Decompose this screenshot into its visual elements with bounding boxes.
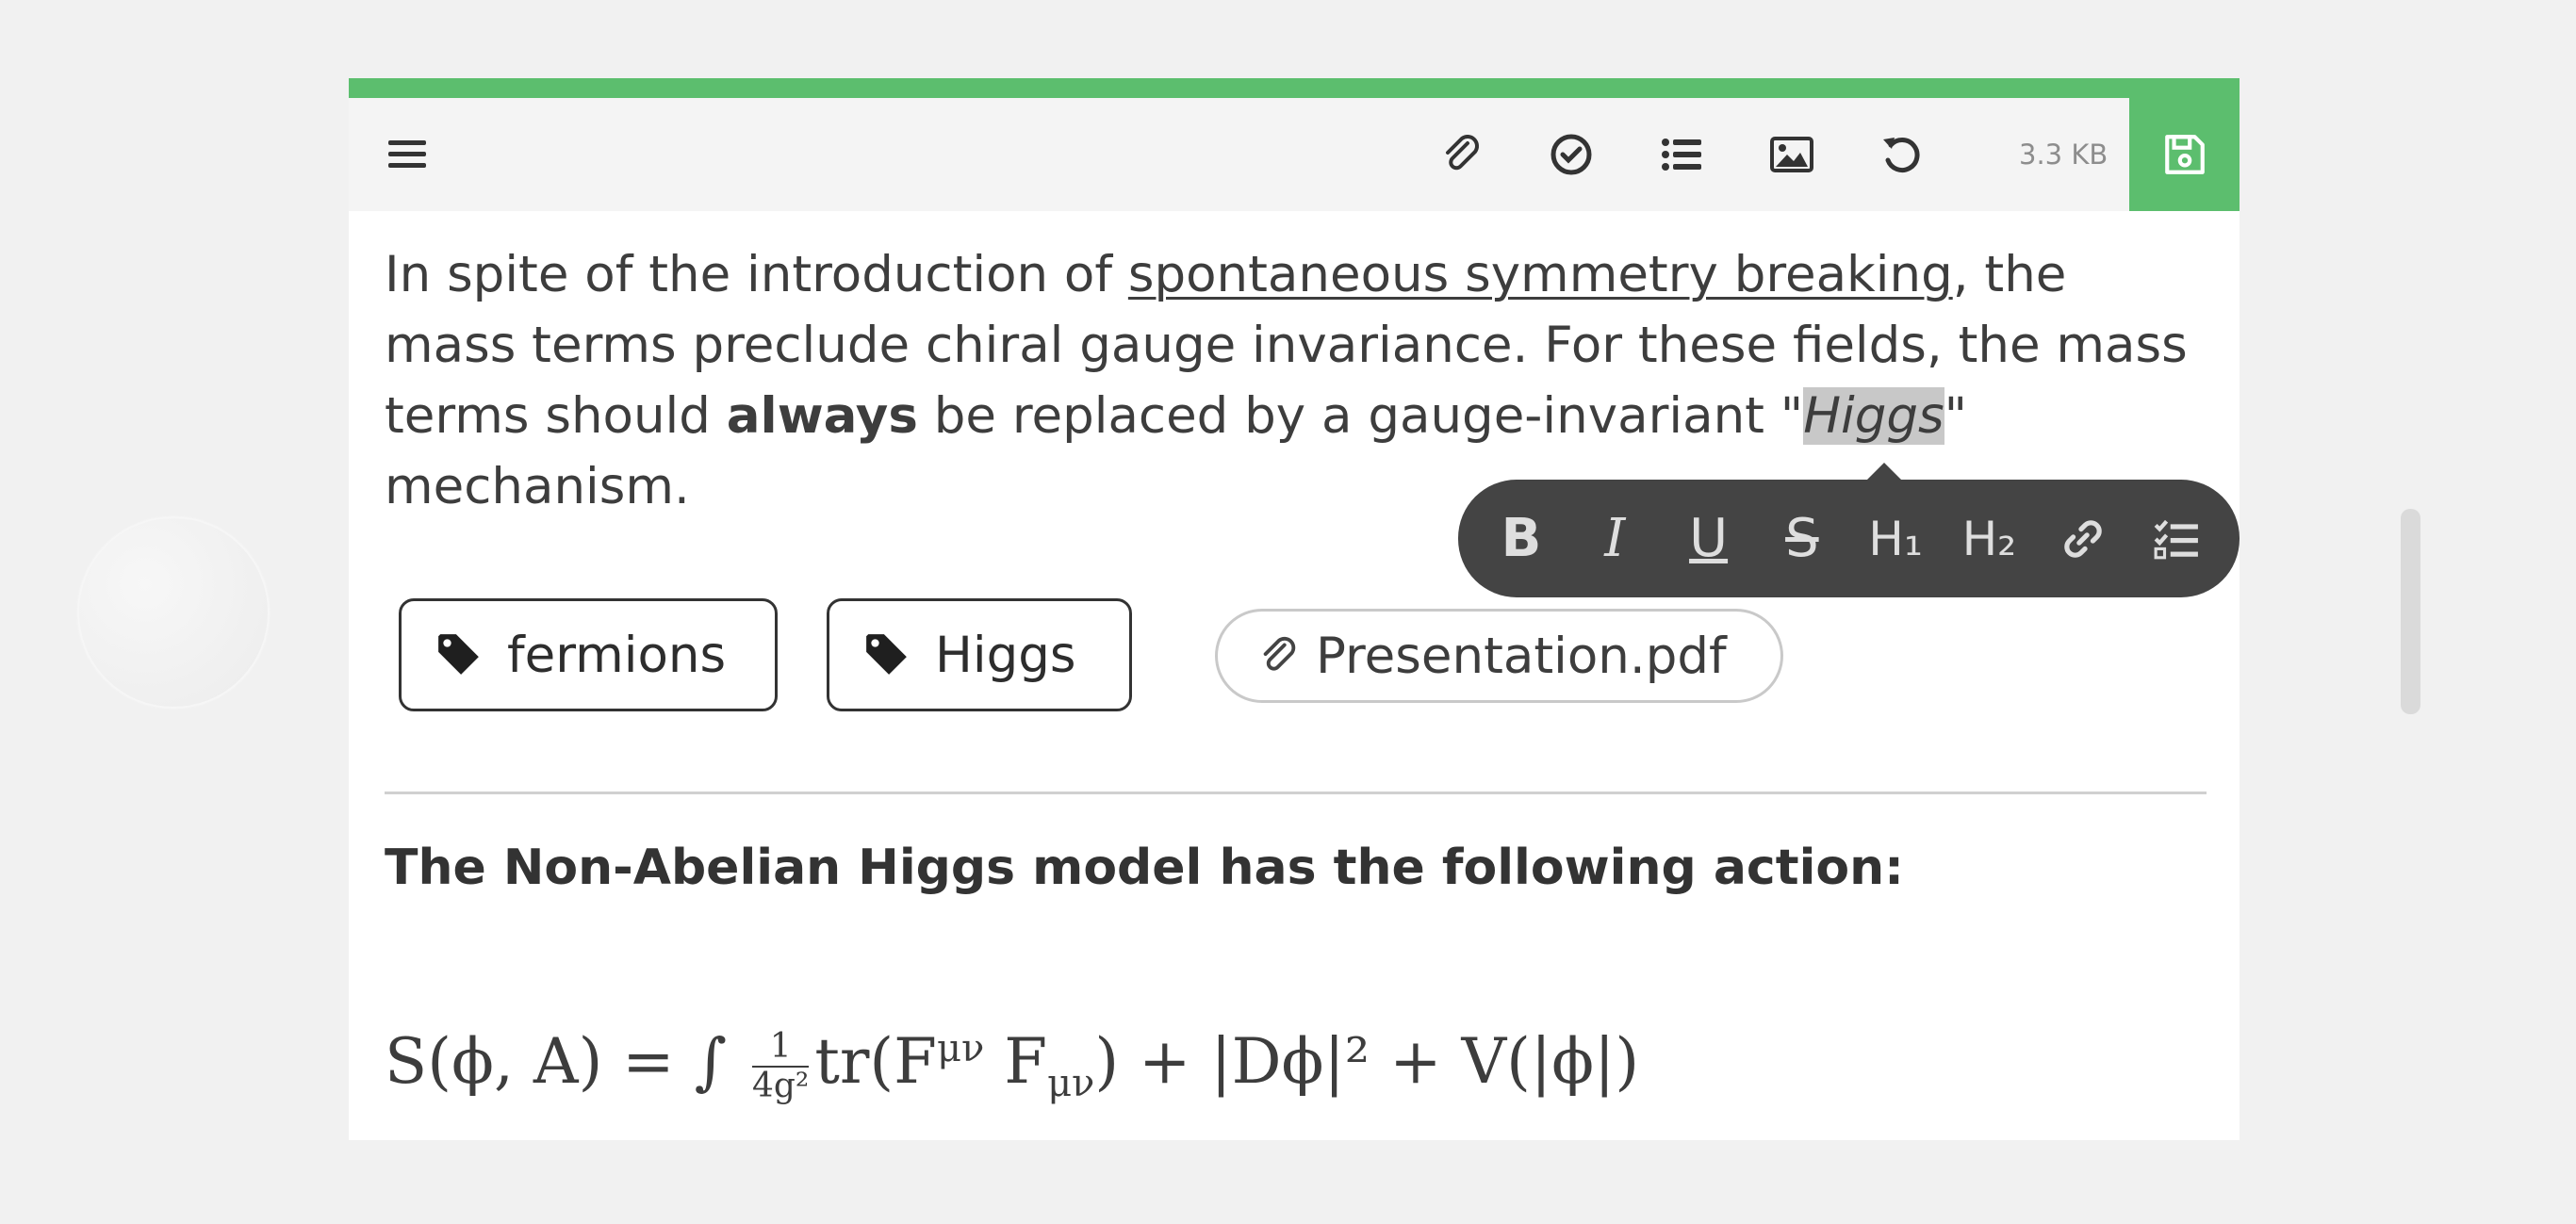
tag-chip[interactable]: fermions: [399, 598, 778, 711]
link-icon: [2063, 519, 2102, 558]
bold-label: B: [1501, 508, 1542, 569]
tag-icon: [438, 634, 479, 675]
attachment-label: Presentation.pdf: [1316, 627, 1727, 685]
scrollbar-thumb[interactable]: [2401, 509, 2420, 714]
tag-icon: [866, 634, 907, 675]
menu-icon[interactable]: [369, 98, 445, 211]
formula-fraction: 1 4g²: [751, 1028, 810, 1105]
check-circle-icon[interactable]: [1534, 98, 1609, 211]
link-spontaneous-symmetry-breaking[interactable]: spontaneous symmetry breaking: [1128, 246, 1953, 303]
file-size-label: 3.3 KB: [2019, 139, 2108, 171]
strikethrough-button[interactable]: S: [1760, 497, 1845, 581]
underline-button[interactable]: U: [1666, 497, 1751, 581]
selected-text[interactable]: Higgs: [1803, 387, 1944, 445]
underline-label: U: [1689, 508, 1729, 569]
divider: [385, 792, 2207, 794]
heading2-button[interactable]: H₂: [1946, 497, 2031, 581]
floating-action-button[interactable]: [77, 516, 270, 709]
formula-subscript: μν: [1047, 1062, 1095, 1106]
attachment-chip[interactable]: Presentation.pdf: [1215, 609, 1783, 703]
italic-label: I: [1604, 508, 1626, 569]
formula-mid: F: [984, 1025, 1048, 1098]
heading1-button[interactable]: H₁: [1853, 497, 1938, 581]
math-formula[interactable]: S(ϕ, A) = ∫ 1 4g²tr(Fμν Fμν) + |Dϕ|² + V(…: [385, 1025, 1639, 1105]
h1-label: H₁: [1868, 511, 1923, 566]
h2-label: H₂: [1961, 511, 2017, 566]
tag-label: Higgs: [935, 626, 1076, 684]
bold-button[interactable]: B: [1479, 497, 1564, 581]
formula-tail: ) + |Dϕ|² + V(|ϕ|): [1094, 1025, 1640, 1098]
note-editor: 3.3 KB In spite of the introduction of s…: [349, 78, 2240, 1140]
formula-superscript: μν: [936, 1027, 985, 1070]
formula-lhs: S(ϕ, A) = ∫: [385, 1025, 747, 1098]
text-run: In spite of the introduction of: [385, 246, 1128, 303]
section-heading: The Non-Abelian Higgs model has the foll…: [385, 840, 1904, 896]
top-toolbar: 3.3 KB: [349, 98, 2240, 211]
image-icon[interactable]: [1754, 98, 1829, 211]
strike-label: S: [1785, 508, 1819, 569]
paperclip-icon: [1263, 636, 1296, 671]
progress-bar: [349, 78, 2240, 98]
undo-icon[interactable]: [1864, 98, 1940, 211]
paperclip-icon[interactable]: [1424, 98, 1500, 211]
tag-chip[interactable]: Higgs: [827, 598, 1132, 711]
fraction-denominator: 4g²: [751, 1067, 810, 1105]
checklist-icon: [2154, 519, 2198, 559]
format-toolbar: B I U S H₁ H₂: [1458, 463, 2240, 597]
link-button[interactable]: [2041, 497, 2125, 581]
floppy-disk-icon: [2164, 135, 2205, 174]
formula-trace: tr(F: [814, 1025, 937, 1098]
fraction-numerator: 1: [751, 1028, 810, 1068]
tag-label: fermions: [507, 626, 727, 684]
list-icon[interactable]: [1644, 98, 1719, 211]
italic-button[interactable]: I: [1572, 497, 1657, 581]
text-run: be replaced by a gauge-invariant ": [917, 387, 1804, 445]
save-button[interactable]: [2129, 98, 2240, 211]
checklist-button[interactable]: [2134, 497, 2219, 581]
bold-text: always: [726, 387, 918, 445]
